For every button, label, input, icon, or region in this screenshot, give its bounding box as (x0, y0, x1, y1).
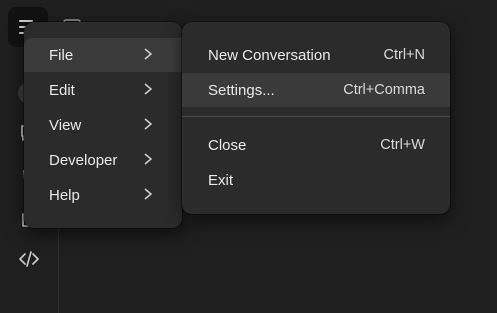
chevron-right-icon (144, 83, 153, 95)
menu-item-label: File (49, 46, 74, 64)
shortcut-label: Ctrl+W (380, 137, 425, 153)
menu-item-developer[interactable]: Developer (24, 143, 182, 177)
menu-item-settings[interactable]: Settings... Ctrl+Comma (182, 73, 450, 107)
menu-item-help[interactable]: Help (24, 178, 182, 212)
file-submenu: New Conversation Ctrl+N Settings... Ctrl… (182, 22, 450, 214)
chevron-right-icon (144, 118, 153, 130)
menu-separator (182, 116, 450, 117)
chevron-right-icon (144, 153, 153, 165)
menu-item-exit[interactable]: Exit (182, 163, 450, 197)
menu-item-label: Close (208, 136, 247, 154)
menu-item-view[interactable]: View (24, 108, 182, 142)
chevron-right-icon (144, 48, 153, 60)
menu-item-edit[interactable]: Edit (24, 73, 182, 107)
menu-item-label: Developer (49, 151, 118, 169)
menu-item-label: Exit (208, 171, 234, 189)
shortcut-label: Ctrl+N (383, 47, 426, 63)
shortcut-label: Ctrl+Comma (343, 82, 425, 98)
main-menu: File Edit View Developer Help (24, 22, 182, 228)
code-icon[interactable] (16, 246, 42, 272)
menu-item-label: Edit (49, 81, 75, 99)
chevron-right-icon (144, 188, 153, 200)
menu-item-new-conversation[interactable]: New Conversation Ctrl+N (182, 38, 450, 72)
menu-item-label: Settings... (208, 81, 275, 99)
menu-item-close[interactable]: Close Ctrl+W (182, 128, 450, 162)
menu-item-label: Help (49, 186, 80, 204)
menu-item-label: View (49, 116, 82, 134)
menu-item-label: New Conversation (208, 46, 331, 64)
menu-item-file[interactable]: File (24, 38, 182, 72)
